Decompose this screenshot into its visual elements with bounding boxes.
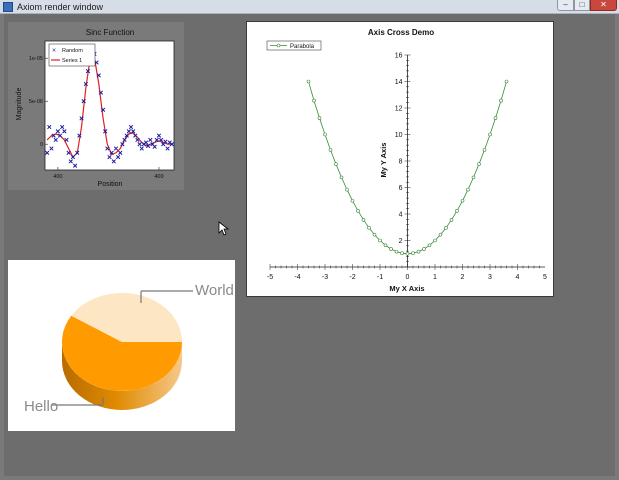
axis-cross-y-label: My Y Axis — [379, 143, 388, 178]
parabola-point — [372, 232, 377, 237]
sinc-x-tick-label: 400 — [154, 174, 163, 180]
axis-cross-y-tick-label: 4 — [399, 212, 403, 219]
axis-cross-x-tick-label: 3 — [488, 274, 492, 281]
parabola-point — [389, 247, 393, 251]
axis-cross-x-tick-label: -3 — [322, 274, 328, 281]
sinc-x-tick-label: 400 — [53, 174, 62, 180]
axis-cross-chart-panel: Axis Cross Demo -5 -4 -3 -2 -1 0 1 2 3 4 5 2 4 6 8 10 1… — [246, 21, 554, 297]
parabola-point — [416, 249, 421, 254]
render-window: Axiom render window – □ ✕ Sinc Function … — [0, 0, 619, 480]
axis-cross-title: Axis Cross Demo — [368, 28, 434, 37]
sinc-y-tick-label: 1e-05 — [29, 56, 43, 62]
parabola-point — [345, 187, 349, 192]
window-frame-bottom[interactable] — [0, 476, 619, 480]
parabola-point — [405, 251, 410, 256]
pie-label-world: World — [195, 282, 234, 299]
pie-chart: World Hello — [24, 282, 234, 415]
axis-cross-x-tick-label: -5 — [267, 274, 273, 281]
axis-cross-chart: Axis Cross Demo -5 -4 -3 -2 -1 0 1 2 3 4 5 2468101… — [266, 28, 547, 293]
pie-chart-panel: World Hello — [8, 260, 235, 431]
parabola-point — [356, 209, 360, 213]
parabola-point — [433, 238, 437, 243]
axis-cross-x-label: My X Axis — [389, 284, 424, 293]
parabola-point — [471, 175, 476, 180]
parabola-point — [361, 218, 366, 222]
axis-cross-y-tick-label: 2 — [399, 238, 403, 245]
parabola-point — [317, 116, 322, 120]
parabola-point — [400, 251, 404, 256]
axis-cross-y-tick-label: 14 — [395, 79, 403, 86]
window-title: Axiom render window — [17, 2, 104, 12]
parabola-point — [411, 251, 415, 256]
axis-cross-x-tick-label: 2 — [461, 274, 465, 281]
axis-cross-y-tick-label: 10 — [395, 132, 403, 139]
axis-cross-x-tick-label: -2 — [349, 274, 355, 281]
sinc-x-axis-label: Position — [98, 181, 123, 188]
title-bar[interactable]: Axiom render window – □ ✕ — [0, 0, 619, 14]
parabola-point — [460, 198, 465, 203]
parabola-point — [504, 79, 509, 84]
sinc-chart-panel: Sinc Function Magnitude Position 1e-05 5e… — [8, 22, 184, 190]
parabola-point — [444, 225, 448, 230]
parabola-point — [334, 162, 338, 166]
parabola-point — [367, 225, 371, 230]
axis-cross-x-tick-label: -4 — [294, 274, 300, 281]
parabola-point — [482, 148, 487, 152]
axis-cross-y-tick-label: 12 — [395, 106, 403, 113]
window-frame-left[interactable] — [0, 14, 4, 480]
axis-cross-x-tick-label: 1 — [433, 274, 437, 281]
axis-cross-y-tick-label: 6 — [399, 185, 403, 192]
sinc-chart-title: Sinc Function — [86, 28, 134, 37]
parabola-point — [383, 243, 388, 248]
axis-cross-legend: Parabola — [266, 40, 322, 51]
axis-cross-y-tick-label: 8 — [399, 159, 403, 166]
parabola-point — [477, 162, 481, 166]
sinc-legend: × Random Series 1 — [48, 43, 96, 67]
parabola-point — [449, 218, 454, 222]
app-icon — [3, 2, 13, 12]
legend-marker-parabola — [276, 43, 281, 48]
sinc-y-axis-label: Magnitude — [16, 88, 23, 121]
legend-marker-random: × — [52, 48, 56, 55]
parabola-point — [499, 98, 503, 103]
sinc-y-tick-label: 0 — [40, 142, 43, 148]
parabola-point — [493, 116, 498, 120]
maximize-button[interactable]: □ — [574, 0, 590, 11]
axis-cross-x-tick-label: 0 — [406, 274, 410, 281]
axis-cross-x-tick-label: 4 — [516, 274, 520, 281]
axis-cross-x-tick-label: -1 — [377, 274, 383, 281]
axis-cross-y-tick-label: 16 — [395, 53, 403, 60]
parabola-point — [427, 243, 432, 248]
mouse-cursor-icon — [218, 221, 230, 236]
close-button[interactable]: ✕ — [590, 0, 617, 11]
parabola-point — [306, 79, 311, 84]
sinc-chart: Sinc Function Magnitude Position 1e-05 5e… — [16, 28, 175, 188]
window-frame-right[interactable] — [615, 14, 619, 480]
parabola-point — [323, 132, 327, 137]
parabola-point — [466, 187, 470, 192]
axis-cross-x-tick-label: 5 — [543, 274, 547, 281]
parabola-point — [488, 132, 492, 137]
parabola-point — [339, 175, 344, 180]
minimize-button[interactable]: – — [557, 0, 574, 11]
sinc-y-tick-label: 5e-06 — [29, 99, 43, 105]
parabola-point — [455, 209, 459, 213]
legend-label-series-1: Series 1 — [62, 58, 82, 64]
parabola-point — [328, 148, 333, 152]
pie-label-hello: Hello — [24, 398, 58, 415]
parabola-point — [394, 249, 399, 254]
parabola-point — [312, 98, 316, 103]
parabola-point — [350, 198, 355, 203]
legend-label-parabola: Parabola — [290, 44, 315, 50]
parabola-point — [422, 247, 426, 251]
parabola-point — [378, 238, 382, 243]
legend-label-random: Random — [62, 48, 83, 54]
parabola-point — [438, 232, 443, 237]
